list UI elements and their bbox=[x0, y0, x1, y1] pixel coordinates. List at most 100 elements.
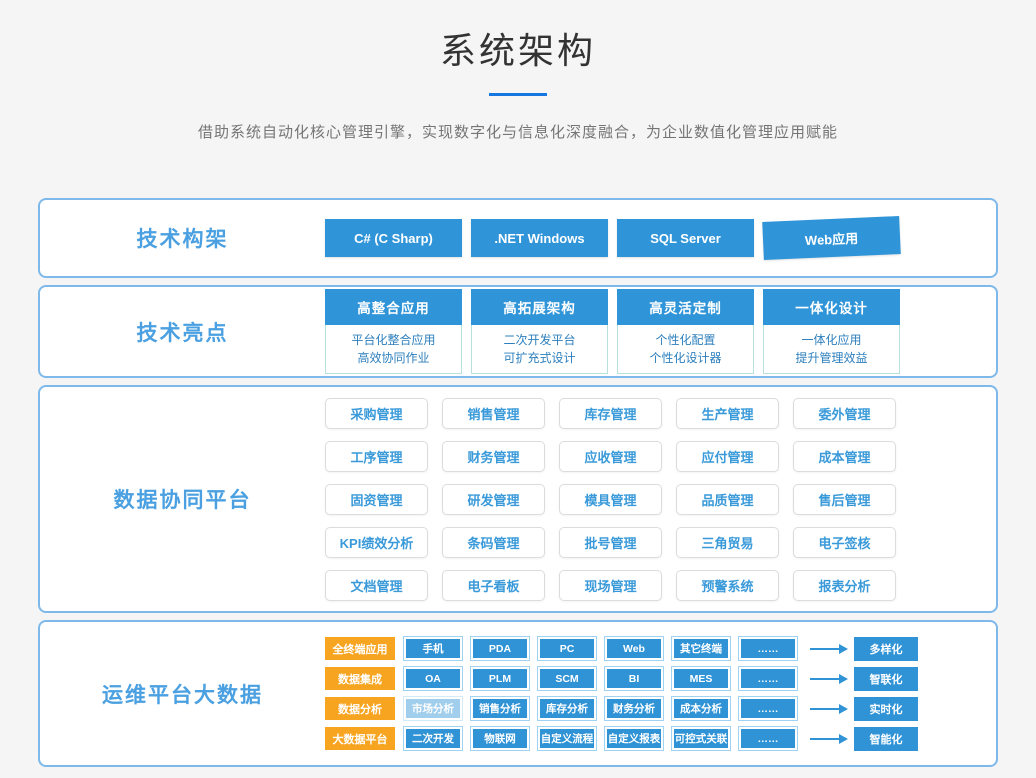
highlight-card-body: 一体化应用 提升管理效益 bbox=[763, 325, 900, 374]
ops-category-badge: 数据分析 bbox=[325, 697, 395, 720]
ops-item-mobile[interactable]: 手机 bbox=[404, 637, 462, 660]
ops-item-ellipsis: …… bbox=[739, 727, 797, 750]
section-label-tech-framework: 技术构架 bbox=[40, 200, 325, 276]
right-arrow-icon bbox=[810, 738, 840, 740]
highlight-card: 高整合应用 平台化整合应用 高效协同作业 bbox=[325, 289, 462, 374]
ops-item-ellipsis: …… bbox=[739, 637, 797, 660]
tech-button-dotnet[interactable]: .NET Windows bbox=[471, 219, 608, 257]
module-button-document[interactable]: 文档管理 bbox=[325, 570, 428, 601]
page-header: 系统架构 借助系统自动化核心管理引擎，实现数字化与信息化深度融合，为企业数值化管… bbox=[0, 0, 1036, 142]
tech-button-webapp[interactable]: Web应用 bbox=[762, 216, 901, 260]
ops-row-integration: 数据集成 OA PLM SCM BI MES …… 智联化 bbox=[325, 667, 996, 691]
tech-framework-buttons: C# (C Sharp) .NET Windows SQL Server Web… bbox=[325, 200, 996, 276]
ops-item-web[interactable]: Web bbox=[605, 637, 663, 660]
ops-item-inventory-analysis[interactable]: 库存分析 bbox=[538, 697, 596, 720]
module-button-receivable[interactable]: 应收管理 bbox=[559, 441, 662, 472]
highlight-card-line: 二次开发平台 bbox=[472, 332, 607, 348]
module-button-warning-system[interactable]: 预警系统 bbox=[676, 570, 779, 601]
ops-row-terminals: 全终端应用 手机 PDA PC Web 其它终端 …… 多样化 bbox=[325, 637, 996, 661]
module-button-e-signature[interactable]: 电子签核 bbox=[793, 527, 896, 558]
module-button-sales[interactable]: 销售管理 bbox=[442, 398, 545, 429]
highlight-card-line: 个性化配置 bbox=[618, 332, 753, 348]
ops-item-other-terminals[interactable]: 其它终端 bbox=[672, 637, 730, 660]
highlight-card: 高灵活定制 个性化配置 个性化设计器 bbox=[617, 289, 754, 374]
page-subtitle: 借助系统自动化核心管理引擎，实现数字化与信息化深度融合，为企业数值化管理应用赋能 bbox=[0, 121, 1036, 142]
module-button-e-kanban[interactable]: 电子看板 bbox=[442, 570, 545, 601]
ops-item-cost-analysis[interactable]: 成本分析 bbox=[672, 697, 730, 720]
module-button-batch[interactable]: 批号管理 bbox=[559, 527, 662, 558]
highlight-card-body: 平台化整合应用 高效协同作业 bbox=[325, 325, 462, 374]
section-ops-bigdata: 运维平台大数据 全终端应用 手机 PDA PC Web 其它终端 …… 多样化 … bbox=[38, 620, 998, 767]
right-arrow-icon bbox=[810, 678, 840, 680]
ops-item-controllable-link[interactable]: 可控式关联 bbox=[672, 727, 730, 750]
highlight-card-body: 二次开发平台 可扩充式设计 bbox=[471, 325, 608, 374]
module-button-inventory[interactable]: 库存管理 bbox=[559, 398, 662, 429]
ops-category-badge: 大数据平台 bbox=[325, 727, 395, 750]
module-button-purchase[interactable]: 采购管理 bbox=[325, 398, 428, 429]
module-button-cost[interactable]: 成本管理 bbox=[793, 441, 896, 472]
title-divider bbox=[489, 93, 547, 96]
section-label-data-collab: 数据协同平台 bbox=[40, 387, 325, 611]
ops-item-custom-flow[interactable]: 自定义流程 bbox=[538, 727, 596, 750]
tech-button-csharp[interactable]: C# (C Sharp) bbox=[325, 219, 462, 257]
module-button-production[interactable]: 生产管理 bbox=[676, 398, 779, 429]
ops-row-analysis: 数据分析 市场分析 销售分析 库存分析 财务分析 成本分析 …… 实时化 bbox=[325, 697, 996, 721]
module-button-triangle-trade[interactable]: 三角贸易 bbox=[676, 527, 779, 558]
highlight-card-body: 个性化配置 个性化设计器 bbox=[617, 325, 754, 374]
ops-rows: 全终端应用 手机 PDA PC Web 其它终端 …… 多样化 数据集成 OA … bbox=[325, 622, 996, 765]
module-grid: 采购管理 销售管理 库存管理 生产管理 委外管理 工序管理 财务管理 应收管理 … bbox=[325, 387, 996, 611]
ops-category-badge: 数据集成 bbox=[325, 667, 395, 690]
section-tech-framework: 技术构架 C# (C Sharp) .NET Windows SQL Serve… bbox=[38, 198, 998, 278]
highlight-card-title: 高整合应用 bbox=[325, 289, 462, 325]
highlight-card: 一体化设计 一体化应用 提升管理效益 bbox=[763, 289, 900, 374]
module-button-outsourcing[interactable]: 委外管理 bbox=[793, 398, 896, 429]
section-label-tech-highlights: 技术亮点 bbox=[40, 287, 325, 376]
right-arrow-icon bbox=[810, 648, 840, 650]
module-button-kpi[interactable]: KPI绩效分析 bbox=[325, 527, 428, 558]
ops-item-oa[interactable]: OA bbox=[404, 667, 462, 690]
ops-item-plm[interactable]: PLM bbox=[471, 667, 529, 690]
highlight-cards: 高整合应用 平台化整合应用 高效协同作业 高拓展架构 二次开发平台 可扩充式设计… bbox=[325, 287, 996, 376]
ops-item-pc[interactable]: PC bbox=[538, 637, 596, 660]
module-button-process[interactable]: 工序管理 bbox=[325, 441, 428, 472]
module-button-mold[interactable]: 模具管理 bbox=[559, 484, 662, 515]
module-button-after-sales[interactable]: 售后管理 bbox=[793, 484, 896, 515]
module-button-quality[interactable]: 品质管理 bbox=[676, 484, 779, 515]
section-tech-highlights: 技术亮点 高整合应用 平台化整合应用 高效协同作业 高拓展架构 二次开发平台 可… bbox=[38, 285, 998, 378]
ops-item-custom-report[interactable]: 自定义报表 bbox=[605, 727, 663, 750]
section-data-collab-platform: 数据协同平台 采购管理 销售管理 库存管理 生产管理 委外管理 工序管理 财务管… bbox=[38, 385, 998, 613]
ops-item-secondary-dev[interactable]: 二次开发 bbox=[404, 727, 462, 750]
highlight-card-title: 高拓展架构 bbox=[471, 289, 608, 325]
ops-item-ellipsis: …… bbox=[739, 697, 797, 720]
ops-result-intelligent: 智能化 bbox=[854, 727, 918, 751]
ops-item-market-analysis[interactable]: 市场分析 bbox=[404, 697, 462, 720]
highlight-card-title: 高灵活定制 bbox=[617, 289, 754, 325]
module-button-finance[interactable]: 财务管理 bbox=[442, 441, 545, 472]
ops-result-interconnected: 智联化 bbox=[854, 667, 918, 691]
highlight-card: 高拓展架构 二次开发平台 可扩充式设计 bbox=[471, 289, 608, 374]
highlight-card-line: 提升管理效益 bbox=[764, 350, 899, 366]
ops-item-bi[interactable]: BI bbox=[605, 667, 663, 690]
ops-item-scm[interactable]: SCM bbox=[538, 667, 596, 690]
highlight-card-title: 一体化设计 bbox=[763, 289, 900, 325]
ops-row-bigdata-platform: 大数据平台 二次开发 物联网 自定义流程 自定义报表 可控式关联 …… 智能化 bbox=[325, 727, 996, 751]
ops-item-mes[interactable]: MES bbox=[672, 667, 730, 690]
page-title: 系统架构 bbox=[0, 22, 1036, 74]
ops-item-sales-analysis[interactable]: 销售分析 bbox=[471, 697, 529, 720]
highlight-card-line: 可扩充式设计 bbox=[472, 350, 607, 366]
module-button-barcode[interactable]: 条码管理 bbox=[442, 527, 545, 558]
ops-result-diversified: 多样化 bbox=[854, 637, 918, 661]
tech-button-sqlserver[interactable]: SQL Server bbox=[617, 219, 754, 257]
section-label-ops-bigdata: 运维平台大数据 bbox=[40, 622, 325, 765]
highlight-card-line: 个性化设计器 bbox=[618, 350, 753, 366]
ops-item-iot[interactable]: 物联网 bbox=[471, 727, 529, 750]
module-button-rnd[interactable]: 研发管理 bbox=[442, 484, 545, 515]
module-button-fixed-assets[interactable]: 固资管理 bbox=[325, 484, 428, 515]
ops-item-pda[interactable]: PDA bbox=[471, 637, 529, 660]
module-button-onsite[interactable]: 现场管理 bbox=[559, 570, 662, 601]
module-button-report-analysis[interactable]: 报表分析 bbox=[793, 570, 896, 601]
highlight-card-line: 高效协同作业 bbox=[326, 350, 461, 366]
ops-item-finance-analysis[interactable]: 财务分析 bbox=[605, 697, 663, 720]
module-button-payable[interactable]: 应付管理 bbox=[676, 441, 779, 472]
highlight-card-line: 平台化整合应用 bbox=[326, 332, 461, 348]
